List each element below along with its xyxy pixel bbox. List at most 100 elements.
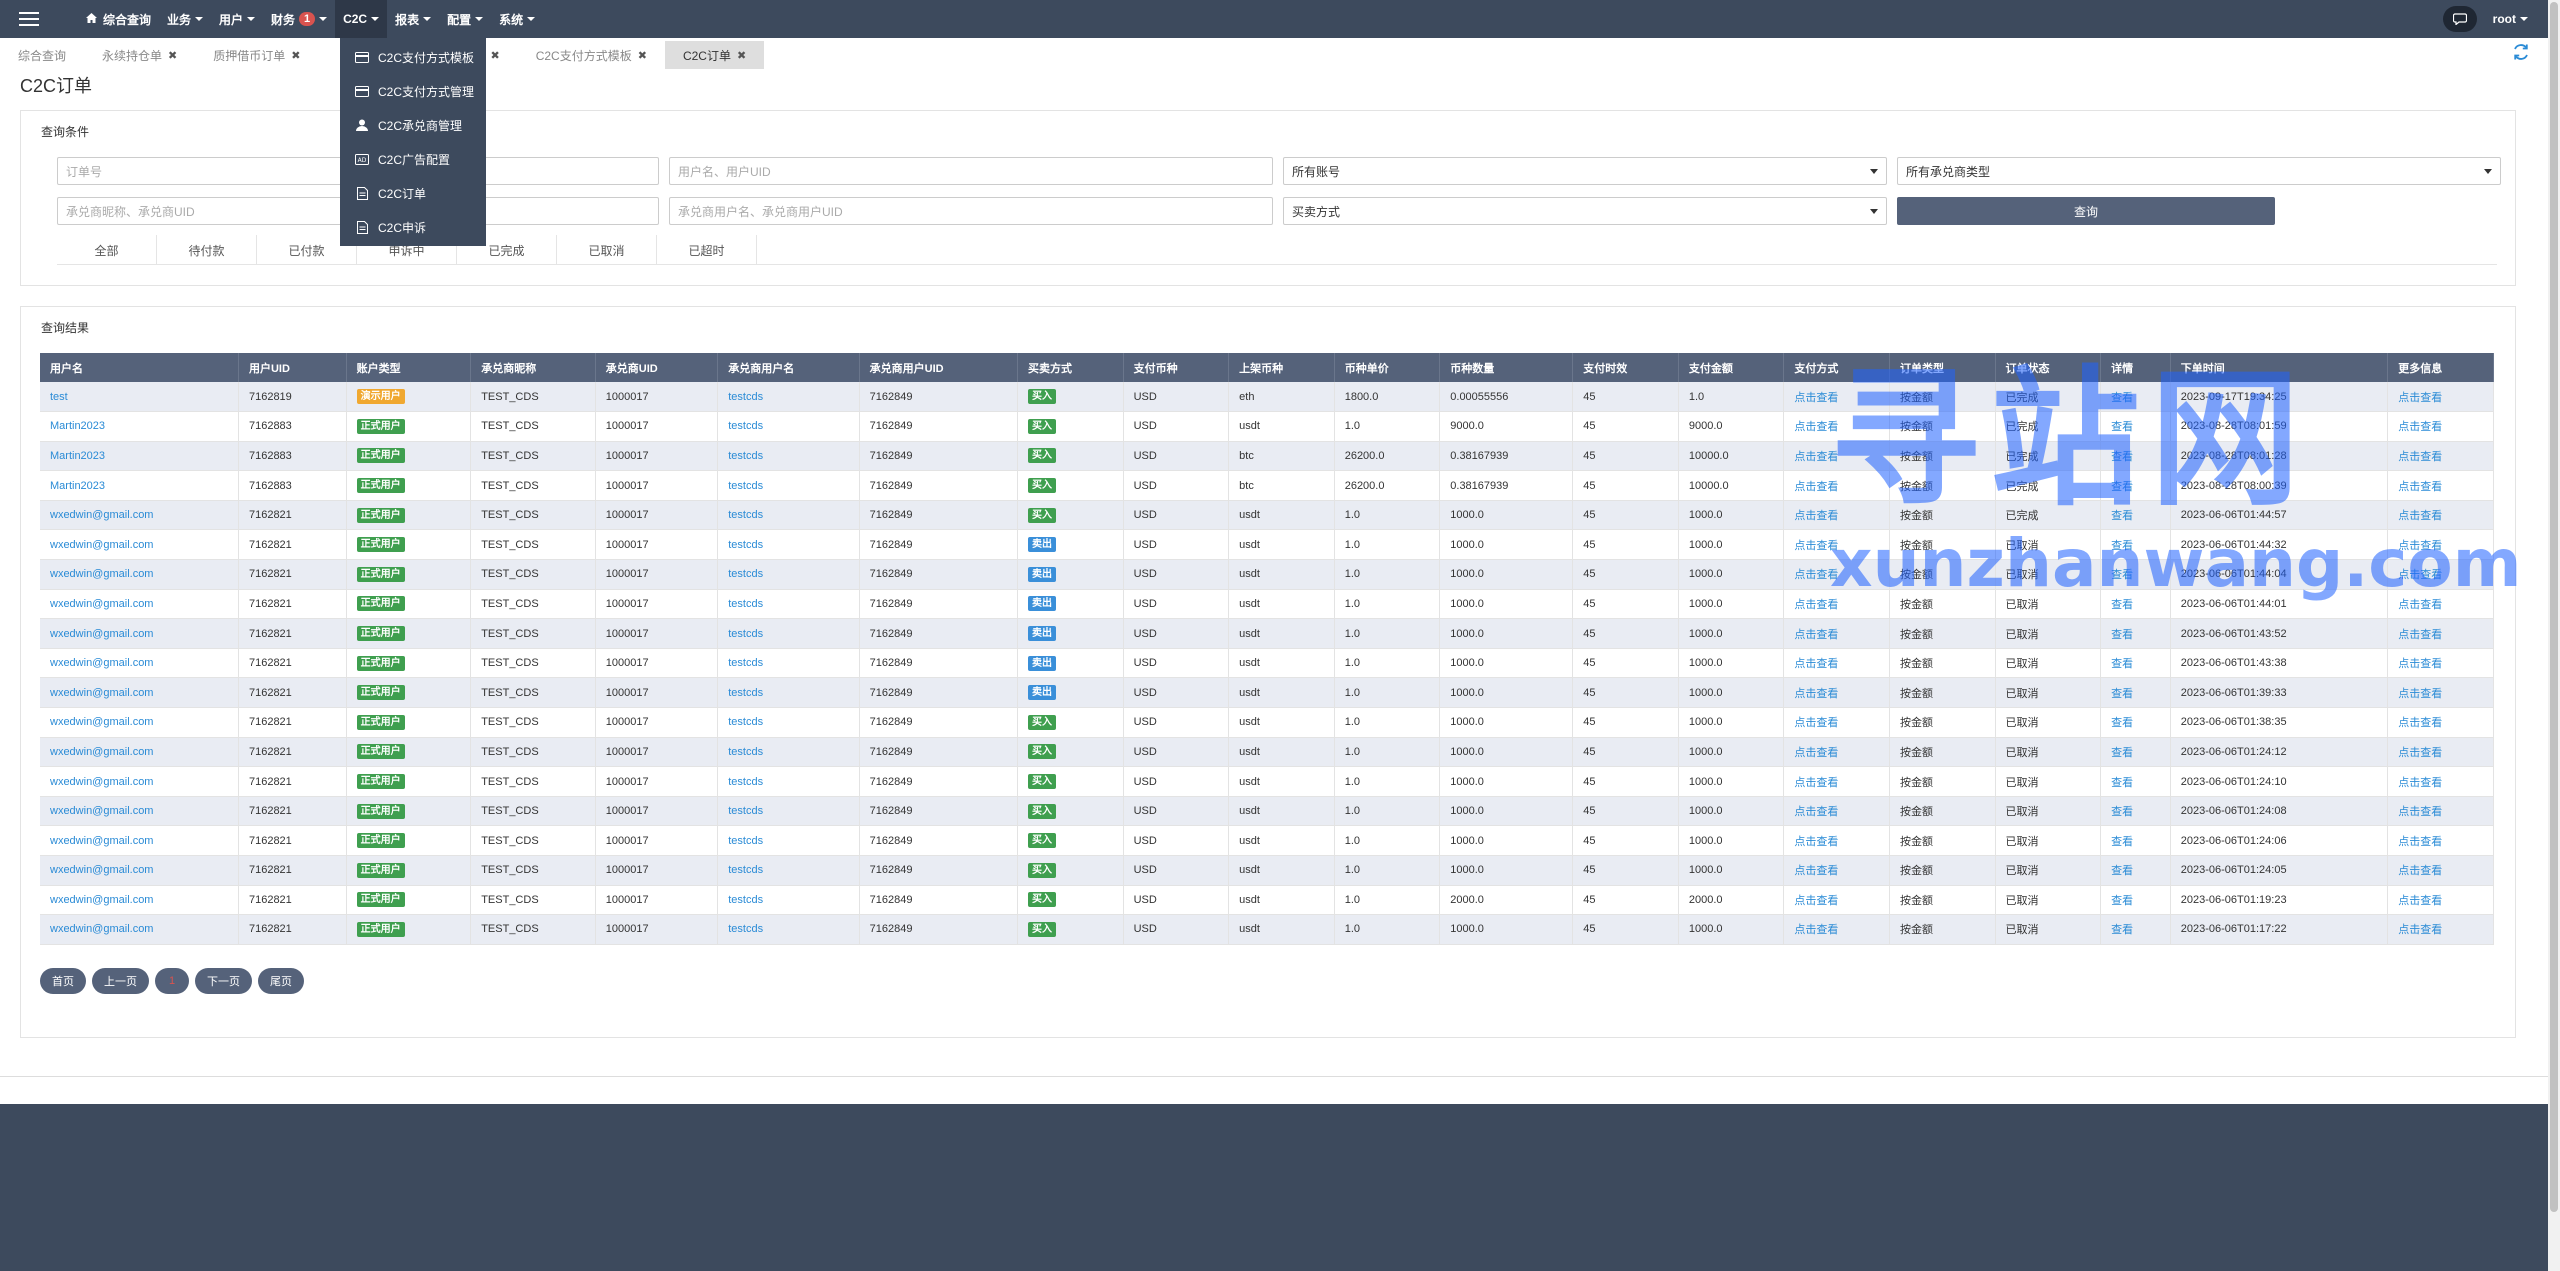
cell-link-pay_method[interactable]: 点击查看 bbox=[1794, 599, 1838, 611]
close-icon[interactable]: ✖ bbox=[491, 49, 500, 62]
nav-item-2[interactable]: 用户 bbox=[211, 0, 263, 38]
cell-link-detail[interactable]: 查看 bbox=[2111, 806, 2133, 818]
cell-link-user[interactable]: wxedwin@gmail.com bbox=[50, 687, 153, 699]
cell-link-m_user[interactable]: testcds bbox=[728, 539, 763, 551]
cell-link-detail[interactable]: 查看 bbox=[2111, 658, 2133, 670]
cell-link-m_user[interactable]: testcds bbox=[728, 509, 763, 521]
next-page-button[interactable]: 下一页 bbox=[195, 968, 252, 994]
cell-link-m_user[interactable]: testcds bbox=[728, 628, 763, 640]
cell-link-pay_method[interactable]: 点击查看 bbox=[1794, 717, 1838, 729]
cell-link-more[interactable]: 点击查看 bbox=[2398, 569, 2442, 581]
nav-item-0[interactable]: 综合查询 bbox=[78, 0, 159, 38]
cell-link-more[interactable]: 点击查看 bbox=[2398, 717, 2442, 729]
cell-link-detail[interactable]: 查看 bbox=[2111, 747, 2133, 759]
tab-0[interactable]: 综合查询 bbox=[0, 41, 84, 69]
cell-link-detail[interactable]: 查看 bbox=[2111, 392, 2133, 404]
cell-link-m_user[interactable]: testcds bbox=[728, 480, 763, 492]
cell-link-m_user[interactable]: testcds bbox=[728, 598, 763, 610]
cell-link-user[interactable]: wxedwin@gmail.com bbox=[50, 864, 153, 876]
cell-link-detail[interactable]: 查看 bbox=[2111, 510, 2133, 522]
chat-icon[interactable] bbox=[2442, 6, 2477, 32]
current-page-button[interactable]: 1 bbox=[155, 968, 189, 994]
cell-link-pay_method[interactable]: 点击查看 bbox=[1794, 392, 1838, 404]
cell-link-m_user[interactable]: testcds bbox=[728, 835, 763, 847]
cell-link-detail[interactable]: 查看 bbox=[2111, 895, 2133, 907]
status-tab-5[interactable]: 已取消 bbox=[557, 235, 657, 265]
merchant-user-search-input[interactable]: 承兑商用户名、承兑商用户UID bbox=[669, 197, 1273, 225]
nav-item-5[interactable]: 报表 bbox=[387, 0, 439, 38]
cell-link-more[interactable]: 点击查看 bbox=[2398, 510, 2442, 522]
cell-link-user[interactable]: wxedwin@gmail.com bbox=[50, 509, 153, 521]
cell-link-user[interactable]: Martin2023 bbox=[50, 450, 105, 462]
cell-link-pay_method[interactable]: 点击查看 bbox=[1794, 540, 1838, 552]
status-tab-6[interactable]: 已超时 bbox=[657, 235, 757, 265]
cell-link-more[interactable]: 点击查看 bbox=[2398, 392, 2442, 404]
cell-link-m_user[interactable]: testcds bbox=[728, 864, 763, 876]
cell-link-more[interactable]: 点击查看 bbox=[2398, 747, 2442, 759]
cell-link-more[interactable]: 点击查看 bbox=[2398, 540, 2442, 552]
nav-item-1[interactable]: 业务 bbox=[159, 0, 211, 38]
cell-link-detail[interactable]: 查看 bbox=[2111, 865, 2133, 877]
tab-5[interactable]: C2C订单 ✖ bbox=[664, 41, 765, 69]
cell-link-more[interactable]: 点击查看 bbox=[2398, 629, 2442, 641]
c2c-menu-item-2[interactable]: C2C承兑商管理 bbox=[340, 108, 486, 142]
cell-link-more[interactable]: 点击查看 bbox=[2398, 777, 2442, 789]
cell-link-pay_method[interactable]: 点击查看 bbox=[1794, 658, 1838, 670]
last-page-button[interactable]: 尾页 bbox=[258, 968, 304, 994]
cell-link-more[interactable]: 点击查看 bbox=[2398, 481, 2442, 493]
cell-link-more[interactable]: 点击查看 bbox=[2398, 599, 2442, 611]
close-icon[interactable]: ✖ bbox=[291, 49, 300, 62]
cell-link-more[interactable]: 点击查看 bbox=[2398, 421, 2442, 433]
close-icon[interactable]: ✖ bbox=[737, 49, 746, 62]
cell-link-detail[interactable]: 查看 bbox=[2111, 599, 2133, 611]
cell-link-pay_method[interactable]: 点击查看 bbox=[1794, 510, 1838, 522]
cell-link-more[interactable]: 点击查看 bbox=[2398, 451, 2442, 463]
cell-link-pay_method[interactable]: 点击查看 bbox=[1794, 836, 1838, 848]
cell-link-user[interactable]: wxedwin@gmail.com bbox=[50, 628, 153, 640]
cell-link-detail[interactable]: 查看 bbox=[2111, 924, 2133, 936]
prev-page-button[interactable]: 上一页 bbox=[92, 968, 149, 994]
nav-item-4[interactable]: C2C bbox=[335, 0, 388, 38]
nav-item-7[interactable]: 系统 bbox=[491, 0, 543, 38]
cell-link-pay_method[interactable]: 点击查看 bbox=[1794, 747, 1838, 759]
scrollbar-thumb[interactable] bbox=[2550, 2, 2558, 1212]
c2c-menu-item-3[interactable]: AD C2C广告配置 bbox=[340, 142, 486, 176]
cell-link-detail[interactable]: 查看 bbox=[2111, 836, 2133, 848]
cell-link-m_user[interactable]: testcds bbox=[728, 687, 763, 699]
cell-link-pay_method[interactable]: 点击查看 bbox=[1794, 924, 1838, 936]
cell-link-pay_method[interactable]: 点击查看 bbox=[1794, 806, 1838, 818]
cell-link-pay_method[interactable]: 点击查看 bbox=[1794, 865, 1838, 877]
cell-link-m_user[interactable]: testcds bbox=[728, 450, 763, 462]
cell-link-pay_method[interactable]: 点击查看 bbox=[1794, 481, 1838, 493]
cell-link-m_user[interactable]: testcds bbox=[728, 776, 763, 788]
tab-4[interactable]: C2C支付方式模板 ✖ bbox=[518, 41, 665, 69]
cell-link-m_user[interactable]: testcds bbox=[728, 746, 763, 758]
c2c-menu-item-1[interactable]: C2C支付方式管理 bbox=[340, 74, 486, 108]
cell-link-pay_method[interactable]: 点击查看 bbox=[1794, 777, 1838, 789]
cell-link-m_user[interactable]: testcds bbox=[728, 420, 763, 432]
nav-item-3[interactable]: 财务 1 bbox=[263, 0, 335, 38]
cell-link-detail[interactable]: 查看 bbox=[2111, 451, 2133, 463]
tab-1[interactable]: 永续持仓单 ✖ bbox=[84, 41, 195, 69]
cell-link-user[interactable]: Martin2023 bbox=[50, 480, 105, 492]
cell-link-user[interactable]: wxedwin@gmail.com bbox=[50, 805, 153, 817]
cell-link-user[interactable]: wxedwin@gmail.com bbox=[50, 835, 153, 847]
cell-link-detail[interactable]: 查看 bbox=[2111, 688, 2133, 700]
cell-link-user[interactable]: wxedwin@gmail.com bbox=[50, 598, 153, 610]
scrollbar[interactable] bbox=[2548, 0, 2560, 1271]
refresh-icon[interactable] bbox=[2512, 43, 2530, 66]
c2c-menu-item-0[interactable]: C2C支付方式模板 bbox=[340, 40, 486, 74]
cell-link-more[interactable]: 点击查看 bbox=[2398, 688, 2442, 700]
cell-link-m_user[interactable]: testcds bbox=[728, 391, 763, 403]
cell-link-user[interactable]: wxedwin@gmail.com bbox=[50, 923, 153, 935]
menu-toggle-icon[interactable] bbox=[0, 0, 58, 38]
account-select[interactable]: 所有账号 bbox=[1283, 157, 1887, 185]
cell-link-more[interactable]: 点击查看 bbox=[2398, 836, 2442, 848]
cell-link-pay_method[interactable]: 点击查看 bbox=[1794, 421, 1838, 433]
first-page-button[interactable]: 首页 bbox=[40, 968, 86, 994]
cell-link-pay_method[interactable]: 点击查看 bbox=[1794, 629, 1838, 641]
cell-link-user[interactable]: wxedwin@gmail.com bbox=[50, 894, 153, 906]
cell-link-user[interactable]: wxedwin@gmail.com bbox=[50, 776, 153, 788]
cell-link-user[interactable]: wxedwin@gmail.com bbox=[50, 657, 153, 669]
cell-link-more[interactable]: 点击查看 bbox=[2398, 658, 2442, 670]
